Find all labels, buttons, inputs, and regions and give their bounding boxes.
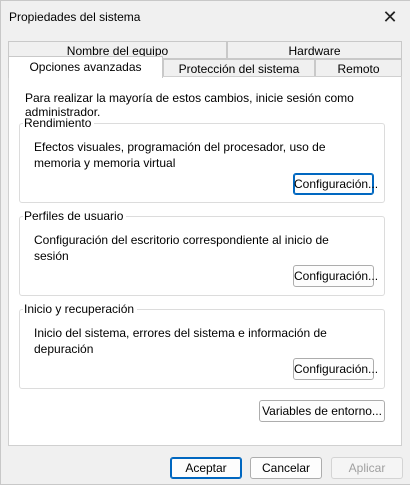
- tab-proteccion-del-sistema[interactable]: Protección del sistema: [163, 59, 315, 77]
- cancel-button[interactable]: Cancelar: [250, 457, 322, 479]
- window-title: Propiedades del sistema: [9, 10, 141, 24]
- startup-recovery-title: Inicio y recuperación: [23, 302, 138, 316]
- admin-note: Para realizar la mayoría de estos cambio…: [25, 91, 354, 119]
- startup-recovery-settings-button[interactable]: Configuración...: [293, 358, 378, 380]
- performance-title: Rendimiento: [23, 116, 95, 130]
- ok-button[interactable]: Aceptar: [170, 457, 242, 479]
- performance-group: Rendimiento Efectos visuales, programaci…: [19, 116, 385, 203]
- advanced-options-panel: Para realizar la mayoría de estos cambio…: [8, 76, 402, 446]
- close-icon[interactable]: ✕: [370, 1, 410, 33]
- title-bar: Propiedades del sistema ✕: [1, 1, 410, 33]
- user-profiles-title: Perfiles de usuario: [23, 209, 127, 223]
- user-profiles-group: Perfiles de usuario Configuración del es…: [19, 209, 385, 296]
- apply-button[interactable]: Aplicar: [331, 457, 403, 479]
- tab-hardware[interactable]: Hardware: [227, 41, 402, 59]
- performance-settings-button[interactable]: Configuración...: [293, 173, 378, 195]
- system-properties-window: Propiedades del sistema ✕ Nombre del equ…: [0, 0, 410, 485]
- startup-recovery-group: Inicio y recuperación Inicio del sistema…: [19, 302, 385, 389]
- environment-variables-button[interactable]: Variables de entorno...: [259, 400, 385, 422]
- tab-opciones-avanzadas[interactable]: Opciones avanzadas: [8, 56, 163, 78]
- user-profiles-settings-button[interactable]: Configuración...: [293, 265, 378, 287]
- user-profiles-description: Configuración del escritorio correspondi…: [34, 233, 329, 263]
- performance-description: Efectos visuales, programación del proce…: [34, 140, 326, 170]
- startup-recovery-description: Inicio del sistema, errores del sistema …: [34, 326, 327, 356]
- tab-remoto[interactable]: Remoto: [315, 59, 402, 77]
